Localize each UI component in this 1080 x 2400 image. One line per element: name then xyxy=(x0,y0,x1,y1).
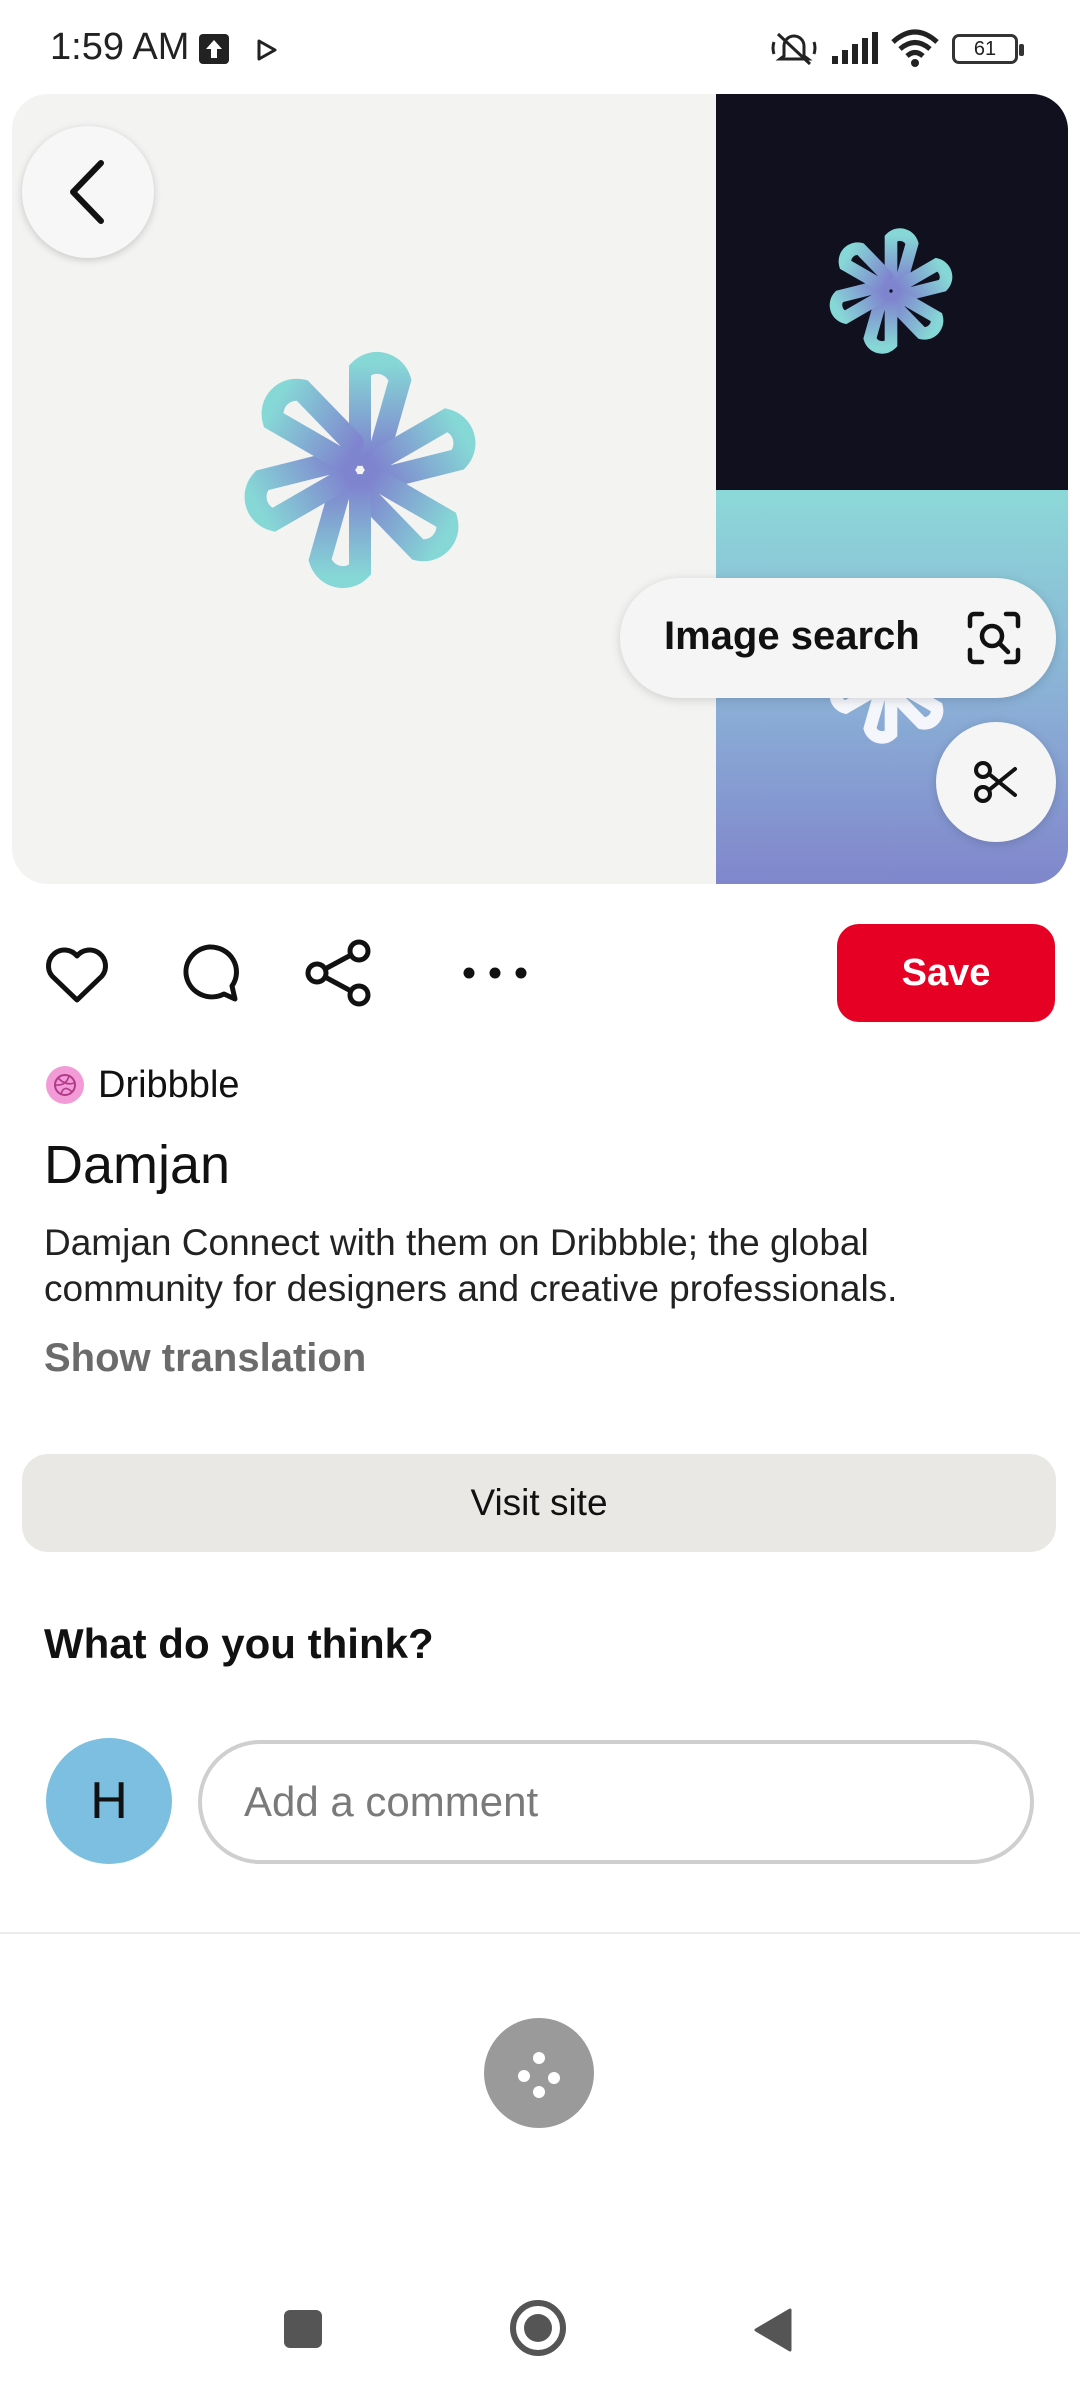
signal-icon xyxy=(830,30,880,71)
status-bar: 1:59 AM 61 xyxy=(0,0,1080,92)
comment-icon[interactable] xyxy=(178,942,240,1004)
comment-input-placeholder: Add a comment xyxy=(244,1778,539,1825)
divider xyxy=(0,1932,1080,1934)
user-avatar[interactable]: H xyxy=(46,1738,172,1864)
visit-site-button[interactable]: Visit site xyxy=(22,1454,1056,1552)
upload-icon xyxy=(199,34,229,64)
more-ideas-button[interactable] xyxy=(484,2018,594,2128)
image-search-label: Image search xyxy=(664,614,920,658)
pin-image[interactable] xyxy=(12,94,1068,884)
source-name[interactable]: Dribbble xyxy=(98,1064,240,1107)
status-time: 1:59 AM xyxy=(50,26,190,68)
play-icon xyxy=(256,38,278,67)
more-icon[interactable] xyxy=(460,964,530,982)
battery-icon: 61 xyxy=(952,34,1024,64)
logo-icon xyxy=(244,351,476,589)
comment-input[interactable]: Add a comment xyxy=(198,1740,1034,1864)
comments-heading: What do you think? xyxy=(44,1620,434,1667)
dots-cluster-icon xyxy=(518,2052,560,2098)
pin-image-thumb-dark xyxy=(716,94,1068,490)
recent-apps-button[interactable] xyxy=(284,2310,322,2348)
logo-icon-small xyxy=(829,228,953,354)
heart-icon[interactable] xyxy=(44,946,110,1004)
dribbble-icon xyxy=(54,1074,76,1096)
pin-title: Damjan xyxy=(44,1135,231,1195)
silent-icon xyxy=(770,28,818,73)
scissors-icon xyxy=(974,761,1017,803)
save-button[interactable]: Save xyxy=(837,924,1055,1022)
back-button[interactable] xyxy=(22,126,154,258)
pin-description: Damjan Connect with them on Dribbble; th… xyxy=(44,1222,898,1309)
chevron-left-icon xyxy=(70,160,104,224)
lens-search-icon xyxy=(967,611,1021,665)
back-nav-icon[interactable] xyxy=(752,2306,794,2354)
crop-button[interactable] xyxy=(936,722,1056,842)
share-icon[interactable] xyxy=(304,938,374,1008)
wifi-icon xyxy=(890,28,940,73)
show-translation-link[interactable]: Show translation xyxy=(44,1336,366,1381)
source-avatar[interactable] xyxy=(46,1066,84,1104)
home-button[interactable] xyxy=(510,2300,566,2356)
image-search-button[interactable]: Image search xyxy=(620,578,1056,698)
